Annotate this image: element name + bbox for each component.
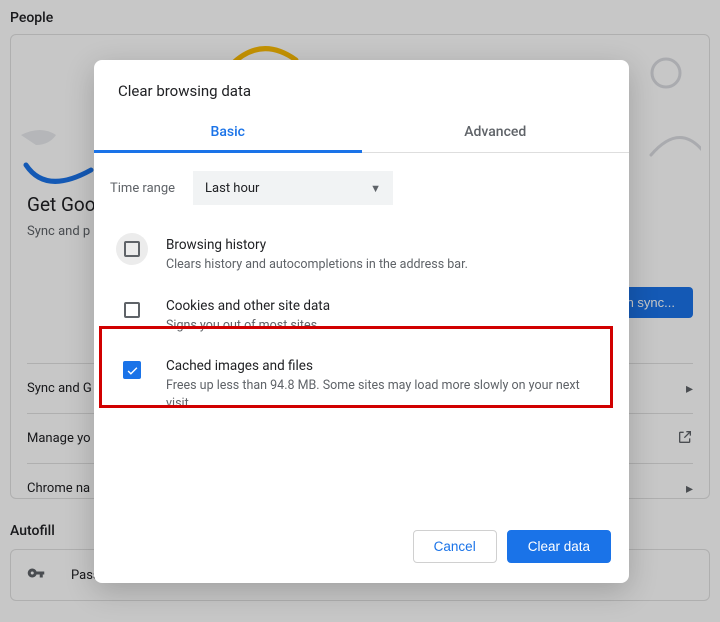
checkbox-browsing-history[interactable] (116, 233, 148, 265)
time-range-value: Last hour (205, 181, 259, 196)
time-range-row: Time range Last hour ▼ (110, 171, 613, 205)
option-title: Cookies and other site data (166, 298, 330, 314)
checkbox-cache[interactable] (116, 354, 148, 386)
options-list: Browsing history Clears history and auto… (110, 223, 613, 422)
option-desc: Signs you out of most sites. (166, 317, 330, 335)
option-title: Cached images and files (166, 358, 607, 374)
checkbox-checked-icon (123, 361, 141, 379)
dropdown-arrow-icon: ▼ (370, 182, 381, 195)
dialog-actions: Cancel Clear data (94, 516, 629, 583)
option-desc: Frees up less than 94.8 MB. Some sites m… (166, 377, 607, 412)
option-cache[interactable]: Cached images and files Frees up less th… (110, 344, 613, 422)
dialog-tabs: Basic Advanced (94, 114, 629, 153)
checkbox-unchecked-icon (124, 302, 140, 318)
dialog-body: Time range Last hour ▼ Browsing history … (94, 153, 629, 426)
tab-basic[interactable]: Basic (94, 114, 362, 152)
option-title: Browsing history (166, 237, 468, 253)
cancel-button[interactable]: Cancel (413, 530, 497, 563)
checkbox-unchecked-icon (124, 241, 140, 257)
option-cookies[interactable]: Cookies and other site data Signs you ou… (110, 284, 613, 345)
checkbox-cookies[interactable] (116, 294, 148, 326)
option-desc: Clears history and autocompletions in th… (166, 256, 468, 274)
option-browsing-history[interactable]: Browsing history Clears history and auto… (110, 223, 613, 284)
dialog-title: Clear browsing data (94, 60, 629, 114)
time-range-label: Time range (110, 181, 175, 196)
tab-advanced[interactable]: Advanced (362, 114, 630, 152)
clear-browsing-data-dialog: Clear browsing data Basic Advanced Time … (94, 60, 629, 583)
time-range-select[interactable]: Last hour ▼ (193, 171, 393, 205)
clear-data-button[interactable]: Clear data (507, 530, 611, 563)
